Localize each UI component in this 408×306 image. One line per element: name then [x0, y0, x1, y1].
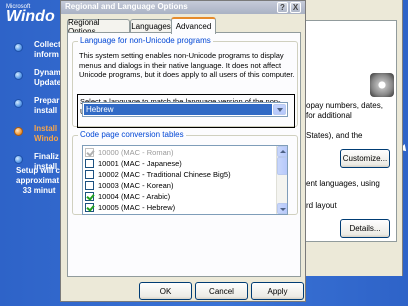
dialog-title: Regional and Language Options — [65, 2, 188, 11]
windows-logo: Microsoft Windo — [6, 4, 55, 26]
background-dialog: opay numbers, dates, for additional Stat… — [295, 0, 403, 276]
checkbox[interactable] — [85, 159, 94, 168]
list-item[interactable]: 10004 (MAC - Arabic) — [85, 191, 281, 202]
list-item-label: 10003 (MAC - Korean) — [98, 181, 174, 190]
logo-text: Windo — [6, 8, 55, 25]
apply-button[interactable]: Apply — [251, 282, 304, 300]
list-item: 10000 (MAC - Roman) — [85, 147, 281, 158]
scroll-up-icon[interactable] — [277, 146, 287, 157]
help-icon[interactable]: ? — [277, 2, 288, 13]
list-item[interactable]: 10002 (MAC - Traditional Chinese Big5) — [85, 169, 281, 180]
scroll-thumb[interactable] — [277, 157, 287, 175]
back-text-line: rd layout — [306, 201, 337, 210]
step-bullet-icon — [14, 99, 23, 108]
tab-regional-options[interactable]: Regional Options — [67, 18, 130, 36]
back-text-line: opay numbers, dates, — [306, 101, 383, 110]
back-text-line: States), and the — [306, 131, 363, 140]
tab-advanced[interactable]: Advanced — [171, 17, 216, 34]
step-label: Dynam Update — [34, 68, 62, 87]
cd-icon — [370, 73, 394, 97]
list-item-label: 10000 (MAC - Roman) — [98, 148, 174, 157]
step-label: Collect inform — [34, 40, 61, 59]
group-legend: Language for non-Unicode programs — [78, 36, 213, 45]
time-remaining-text: Setup will c approximat 33 minut — [16, 166, 61, 195]
group-description: This system setting enables non-Unicode … — [79, 51, 295, 79]
step-bullet-icon — [14, 127, 23, 136]
checkbox — [85, 148, 94, 157]
checkbox[interactable] — [85, 203, 94, 212]
list-item[interactable]: 10001 (MAC - Japanese) — [85, 158, 281, 169]
tab-languages[interactable]: Languages — [130, 19, 172, 33]
background-tab-panel: opay numbers, dates, for additional Stat… — [301, 20, 397, 242]
customize-button[interactable]: Customize... — [340, 149, 390, 168]
language-dropdown-value: Hebrew — [84, 104, 272, 115]
step-label: Prepar install — [34, 96, 60, 115]
cancel-button[interactable]: Cancel — [195, 282, 248, 300]
language-dropdown[interactable]: Hebrew — [82, 102, 288, 117]
list-item-label: 10001 (MAC - Japanese) — [98, 159, 182, 168]
step-label: Install Windo — [34, 124, 59, 143]
vertical-scrollbar[interactable] — [276, 146, 287, 214]
ok-button[interactable]: OK — [139, 282, 192, 300]
checkbox[interactable] — [85, 170, 94, 179]
list-item-label: 10005 (MAC - Hebrew) — [98, 203, 176, 212]
list-item[interactable]: 10003 (MAC - Korean) — [85, 180, 281, 191]
group-legend: Code page conversion tables — [78, 130, 186, 139]
code-page-list: 10000 (MAC - Roman) 10001 (MAC - Japanes… — [82, 145, 288, 215]
step-bullet-icon — [14, 71, 23, 80]
checkbox[interactable] — [85, 181, 94, 190]
back-text-line: for additional — [306, 111, 352, 120]
close-icon[interactable]: X — [290, 2, 301, 13]
title-bar[interactable]: Regional and Language Options ? X — [61, 1, 305, 14]
details-button[interactable]: Details... — [340, 219, 390, 238]
regional-language-dialog: Regional and Language Options ? X Region… — [60, 0, 306, 302]
chevron-down-icon[interactable] — [273, 104, 286, 115]
scroll-down-icon[interactable] — [277, 203, 287, 214]
checkbox[interactable] — [85, 192, 94, 201]
step-bullet-icon — [14, 155, 23, 164]
list-item[interactable]: 10005 (MAC - Hebrew) — [85, 202, 281, 213]
list-item-label: 10002 (MAC - Traditional Chinese Big5) — [98, 170, 231, 179]
advanced-tab-panel: Language for non-Unicode programs This s… — [67, 32, 301, 277]
back-text-line: ent languages, using — [306, 179, 380, 188]
list-item-label: 10004 (MAC - Arabic) — [98, 192, 171, 201]
step-bullet-icon — [14, 43, 23, 52]
